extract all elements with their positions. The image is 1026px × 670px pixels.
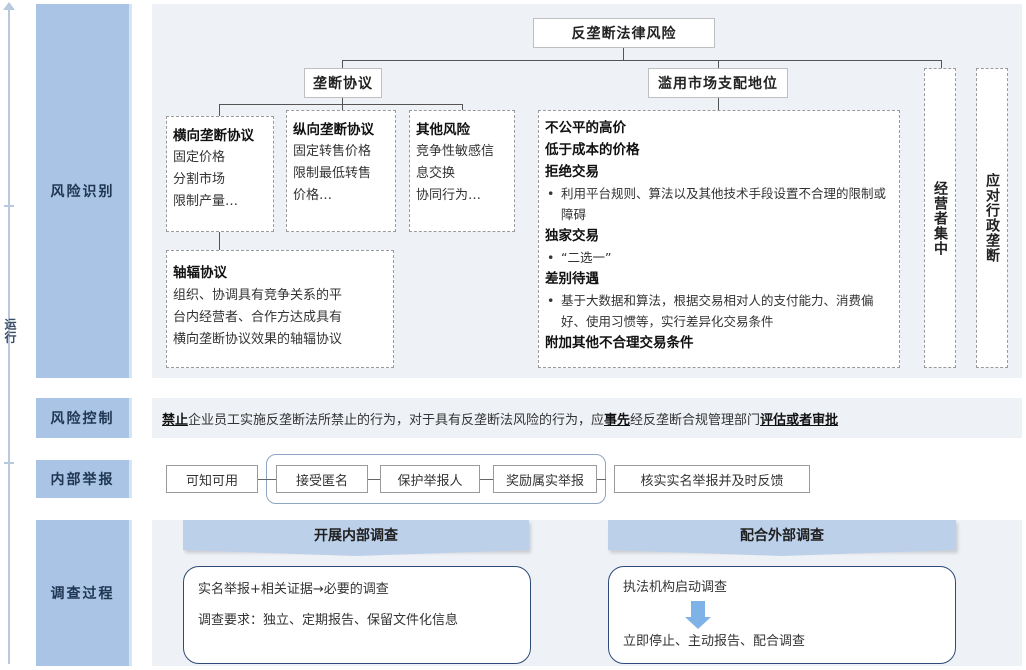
report-chip-reward: 奖励属实举报 (493, 465, 597, 493)
abuse-bullet-list: “二选一” (545, 247, 893, 268)
other-item: 协同行为… (416, 188, 482, 203)
vertical-item: 价格… (293, 188, 333, 203)
abuse-item-bold: 拒绝交易 (545, 164, 599, 180)
node-vertical-agreement: 纵向垄断协议 固定转售价格 限制最低转售 价格… (286, 110, 396, 232)
connector (219, 104, 220, 116)
section-label-risk-identify: 风险识别 (36, 4, 132, 378)
timeline-tick (4, 462, 14, 464)
node-abuse-details: 不公平的高价 低于成本的价格 拒绝交易 利用平台规则、算法以及其他技术手段设置不… (538, 110, 900, 368)
node-monopoly-agreement: 垄断协议 (304, 68, 382, 98)
abuse-item-bold: 不公平的高价 (545, 120, 626, 136)
hub-spoke-item: 台内经营者、合作方达成具有 (173, 310, 343, 325)
banner-external-investigation: 配合外部调查 (608, 520, 956, 550)
hub-spoke-item: 组织、协调具有竞争关系的平 (173, 288, 343, 303)
node-abuse-dominance: 滥用市场支配地位 (648, 68, 788, 98)
banner-internal-tail (183, 550, 529, 556)
node-other-risk: 其他风险 竞争性敏感信 息交换 协同行为… (409, 110, 515, 232)
abuse-bullet-item: 利用平台规则、算法以及其他技术手段设置不合理的限制或障碍 (545, 183, 893, 225)
report-chip-protect: 保护举报人 (380, 465, 480, 493)
report-chip-anonymous: 接受匿名 (276, 465, 368, 493)
other-item: 竞争性敏感信 (416, 144, 495, 159)
other-title: 其他风险 (416, 122, 470, 138)
abuse-item-bold: 附加其他不合理交易条件 (545, 335, 694, 351)
internal-investigation-line2: 调查要求：独立、定期报告、保留文件化信息 (198, 613, 459, 628)
section-label-investigation: 调查过程 (36, 520, 132, 666)
abuse-bullet-list: 基于大数据和算法，根据交易相对人的支付能力、消费偏好、使用习惯等，实行差异化交易… (545, 290, 893, 332)
connector (718, 98, 719, 110)
risk-control-keyword: 评估或者审批 (760, 412, 839, 428)
node-admin-monopoly: 应对行政垄断 (976, 68, 1008, 368)
node-admin-monopoly-text: 应对行政垄断 (984, 173, 1000, 263)
timeline-tick (4, 205, 14, 207)
risk-control-keyword: 禁止 (162, 412, 189, 428)
horizontal-item: 固定价格 (173, 150, 226, 165)
connector (342, 60, 942, 61)
external-investigation-line2: 立即停止、主动报告、配合调查 (623, 634, 806, 649)
down-arrow-head (685, 617, 711, 629)
timeline-top-arrow (3, 2, 15, 10)
abuse-item-bold: 低于成本的价格 (545, 142, 640, 158)
hub-spoke-item: 横向垄断协议效果的轴辐协议 (173, 332, 343, 347)
abuse-item-bold: 差别待遇 (545, 271, 599, 287)
other-item: 息交换 (416, 166, 456, 181)
section-label-risk-control: 风险控制 (36, 398, 132, 438)
abuse-bullet-item: 基于大数据和算法，根据交易相对人的支付能力、消费偏好、使用习惯等，实行差异化交易… (545, 290, 893, 332)
external-investigation-line1: 执法机构启动调查 (623, 580, 728, 595)
connector (941, 60, 942, 68)
hub-spoke-title: 轴辐协议 (173, 265, 227, 281)
risk-control-text: 企业员工实施反垄断法所禁止的行为，对于具有反垄断法风险的行为，应 (188, 412, 605, 428)
connector (219, 232, 220, 250)
report-chip-accessible: 可知可用 (166, 465, 258, 493)
node-concentration: 经营者集中 (924, 68, 956, 368)
node-horizontal-agreement: 横向垄断协议 固定价格 分割市场 限制产量… (166, 116, 274, 232)
report-chip-verify: 核实实名举报并及时反馈 (614, 465, 810, 493)
banner-internal-investigation: 开展内部调查 (183, 520, 529, 550)
vertical-item: 限制最低转售 (293, 166, 372, 181)
down-arrow-icon (691, 601, 705, 617)
risk-control-panel: 禁止 企业员工实施反垄断法所禁止的行为，对于具有反垄断法风险的行为，应 事先 经… (152, 398, 1022, 438)
banner-external-tail (608, 550, 956, 556)
side-label: 运行 (3, 318, 17, 344)
vertical-title: 纵向垄断协议 (293, 122, 374, 138)
connector (342, 60, 343, 68)
connector (718, 60, 719, 68)
horizontal-title: 横向垄断协议 (173, 128, 254, 144)
internal-investigation-line1: 实名举报+相关证据→必要的调查 (198, 582, 389, 597)
horizontal-item: 分割市场 (173, 172, 226, 187)
abuse-item-bold: 独家交易 (545, 228, 599, 244)
node-concentration-text: 经营者集中 (932, 180, 948, 256)
external-investigation-box: 执法机构启动调查 立即停止、主动报告、配合调查 (608, 566, 956, 664)
node-hub-spoke-agreement: 轴辐协议 组织、协调具有竞争关系的平 台内经营者、合作方达成具有 横向垄断协议效… (166, 250, 394, 368)
horizontal-item: 限制产量… (173, 194, 239, 209)
risk-control-text: 经反垄断合规管理部门 (630, 412, 761, 428)
section-label-internal-report: 内部举报 (36, 460, 132, 498)
internal-investigation-box: 实名举报+相关证据→必要的调查 调查要求：独立、定期报告、保留文件化信息 (183, 566, 531, 664)
abuse-bullet-list: 利用平台规则、算法以及其他技术手段设置不合理的限制或障碍 (545, 183, 893, 225)
connector (219, 104, 463, 105)
abuse-bullet-item: “二选一” (545, 247, 893, 268)
tree-root-node: 反垄断法律风险 (533, 18, 715, 48)
vertical-item: 固定转售价格 (293, 144, 372, 159)
connector (623, 48, 624, 60)
risk-control-keyword: 事先 (604, 412, 631, 428)
